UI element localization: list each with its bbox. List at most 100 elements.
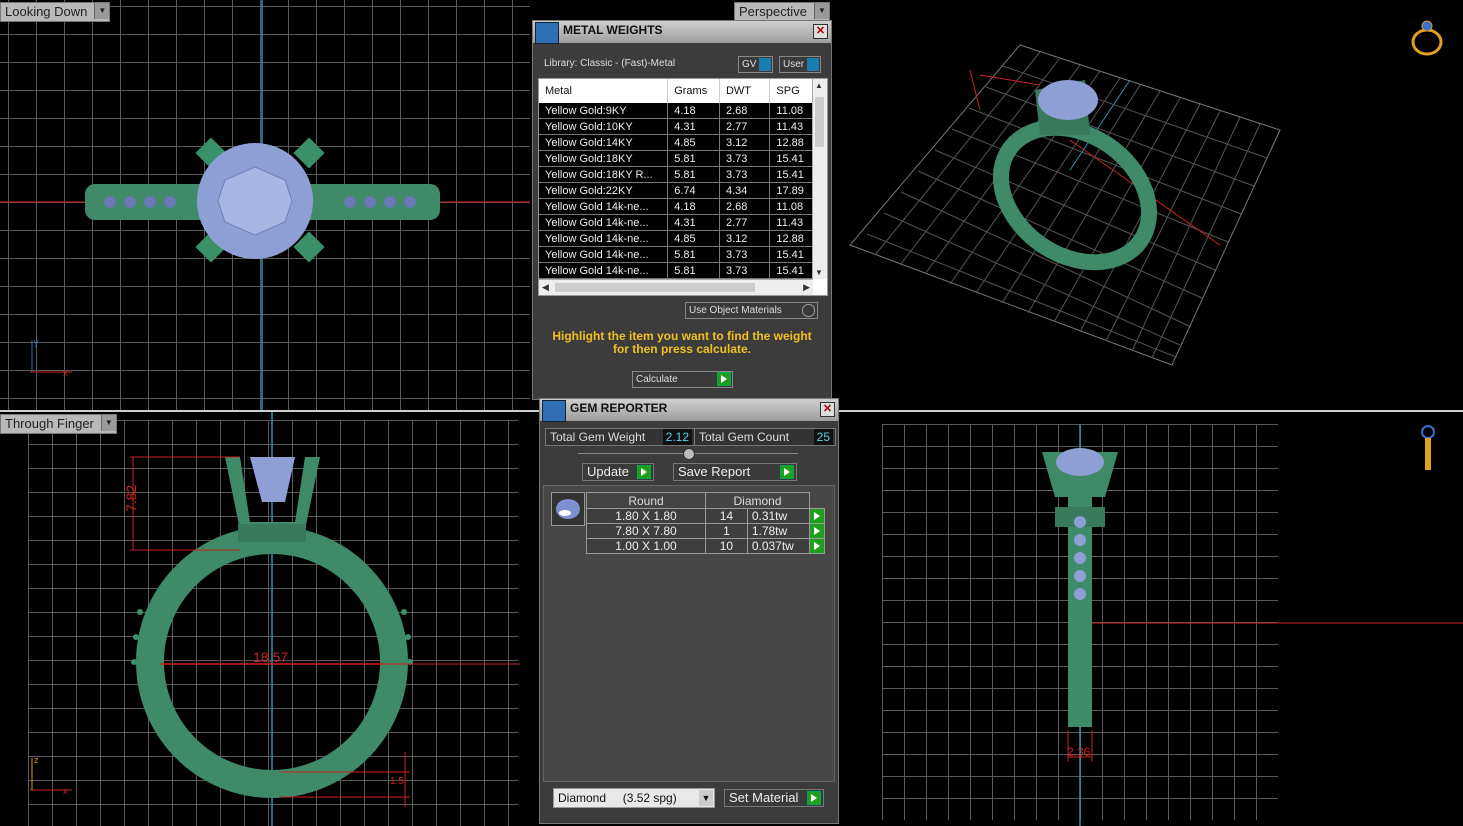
table-row[interactable]: Yellow Gold:22KY 6.74 4.34 17.89	[539, 182, 813, 199]
gem-cell: 1.80 X 1.80	[586, 508, 706, 524]
update-button[interactable]: Update	[582, 463, 654, 481]
gem-cell: 1.00 X 1.00	[586, 538, 706, 554]
gem-cell: 7.80 X 7.80	[586, 523, 706, 539]
chevron-down-icon[interactable]: ▼	[100, 415, 116, 431]
table-row[interactable]: Yellow Gold 14k-ne... 4.85 3.12 12.88	[539, 230, 813, 247]
save-report-button[interactable]: Save Report	[673, 463, 797, 481]
table-row[interactable]: Yellow Gold 14k-ne... 4.31 2.77 11.43	[539, 214, 813, 231]
toggle-switch-icon	[759, 58, 772, 71]
chevron-down-icon[interactable]: ▼	[813, 3, 829, 19]
use-object-materials-toggle[interactable]: Use Object Materials	[685, 302, 818, 319]
dimension-width-label: 2.36	[1067, 745, 1091, 759]
close-icon[interactable]: ✕	[820, 402, 835, 417]
scrollbar-thumb[interactable]	[555, 283, 755, 292]
table-row[interactable]: Yellow Gold 14k-ne... 5.81 3.73 15.41	[539, 262, 813, 279]
gv-toggle[interactable]: GV	[738, 56, 774, 73]
column-header[interactable]: Grams	[667, 79, 720, 103]
column-header[interactable]: DWT	[719, 79, 771, 103]
user-toggle[interactable]: User	[779, 56, 822, 73]
side-view-icon[interactable]	[1418, 424, 1438, 474]
material-select[interactable]: Diamond (3.52 spg) ▼	[553, 788, 715, 808]
radio-icon	[802, 304, 815, 317]
horizontal-scrollbar[interactable]: ◀ ▶	[539, 279, 813, 295]
close-icon[interactable]: ✕	[813, 24, 828, 39]
gem-reporter-titlebar[interactable]: GEM REPORTER ✕	[540, 399, 838, 422]
viewport-label-perspective[interactable]: Perspective ▼	[734, 2, 830, 22]
total-gem-weight-value: 2.12	[662, 429, 692, 445]
gem-row-action-button[interactable]	[809, 523, 825, 539]
column-header[interactable]: Metal	[539, 79, 669, 103]
gem-row-action-button[interactable]	[809, 538, 825, 554]
table-cell: 4.85	[667, 230, 720, 247]
gem-row[interactable]: 1.00 X 1.00 10 0.037tw	[586, 538, 825, 554]
table-cell: 3.12	[719, 230, 771, 247]
table-cell: 11.08	[769, 198, 813, 215]
table-cell: 4.18	[667, 103, 720, 119]
table-cell: 4.34	[719, 182, 771, 199]
gem-row-action-button[interactable]	[809, 508, 825, 524]
gem-row[interactable]: 7.80 X 7.80 1 1.78tw	[586, 523, 825, 539]
dimension-height-label: 7.82	[123, 485, 139, 512]
table-cell: 3.73	[719, 166, 771, 183]
table-row[interactable]: Yellow Gold:9KY 4.18 2.68 11.08	[539, 103, 813, 119]
table-row[interactable]: Yellow Gold:18KY 5.81 3.73 15.41	[539, 150, 813, 167]
toggle-switch-icon	[807, 58, 820, 71]
table-row[interactable]: Yellow Gold:18KY R... 5.81 3.73 15.41	[539, 166, 813, 183]
vertical-scrollbar[interactable]: ▲ ▼	[812, 79, 827, 279]
splitter-knob-icon[interactable]	[683, 448, 695, 460]
table-cell: Yellow Gold 14k-ne...	[539, 198, 669, 215]
viewport-perspective[interactable]	[830, 0, 1463, 410]
gem-table: Round Diamond 1.80 X 1.80 14 0.31tw 7.80 X 7…	[586, 492, 825, 554]
table-row[interactable]: Yellow Gold:10KY 4.31 2.77 11.43	[539, 118, 813, 135]
total-gem-count-value: 25	[813, 429, 833, 445]
table-cell: 2.68	[719, 198, 771, 215]
table-cell: 4.31	[667, 118, 720, 135]
gem-cell: 14	[705, 508, 748, 524]
gem-row[interactable]: 1.80 X 1.80 14 0.31tw	[586, 508, 825, 524]
gem-cell: 10	[705, 538, 748, 554]
table-cell: 12.88	[769, 134, 813, 151]
play-icon	[814, 527, 820, 535]
axis-y-label: y	[34, 337, 39, 347]
metal-weights-titlebar[interactable]: METAL WEIGHTS ✕	[533, 21, 831, 44]
column-header: Round	[586, 492, 706, 509]
table-row[interactable]: Yellow Gold 14k-ne... 5.81 3.73 15.41	[539, 246, 813, 263]
gem-reporter-logo-icon	[542, 400, 566, 422]
total-gem-count-field: Total Gem Count 25	[694, 428, 836, 446]
calculate-button[interactable]: Calculate	[632, 371, 733, 388]
total-gem-weight-field: Total Gem Weight 2.12	[545, 428, 695, 446]
play-icon	[717, 372, 731, 386]
gem-cell: 1.78tw	[746, 523, 811, 539]
table-row[interactable]: Yellow Gold 14k-ne... 4.18 2.68 11.08	[539, 198, 813, 215]
round-gem-icon[interactable]	[551, 492, 585, 526]
viewport-label-through-finger[interactable]: Through Finger ▼	[0, 414, 117, 434]
viewport-label-looking-down[interactable]: Looking Down ▼	[0, 2, 111, 22]
instruction-text: Highlight the item you want to find the …	[552, 329, 812, 356]
viewport-side[interactable]: 2.36	[840, 412, 1463, 826]
ring-view-icon[interactable]	[1410, 18, 1444, 58]
panel-title: GEM REPORTER	[570, 401, 668, 415]
play-icon	[814, 542, 820, 550]
side-view-ring-drawing: 2.36	[1042, 424, 1463, 826]
play-icon	[814, 512, 820, 520]
viewport-looking-down[interactable]: x y Looking Down ▼	[0, 0, 530, 410]
scroll-left-icon[interactable]: ◀	[542, 282, 549, 293]
table-row[interactable]: Yellow Gold:14KY 4.85 3.12 12.88	[539, 134, 813, 151]
column-header[interactable]: SPG	[769, 79, 813, 103]
scroll-down-icon[interactable]: ▼	[815, 268, 823, 277]
gem-cell: 0.037tw	[746, 538, 811, 554]
chevron-down-icon[interactable]: ▼	[94, 3, 110, 19]
scrollbar-thumb[interactable]	[815, 97, 824, 147]
play-icon	[807, 791, 821, 805]
set-material-button[interactable]: Set Material	[724, 789, 824, 807]
table-cell: 15.41	[769, 262, 813, 279]
viewport-through-finger[interactable]: 7.82 18.57 1.5 x z Through Finger ▼	[0, 412, 540, 826]
gem-list-area[interactable]: Round Diamond 1.80 X 1.80 14 0.31tw 7.80 X 7…	[543, 485, 835, 782]
gem-reporter-panel: GEM REPORTER ✕ Total Gem Weight 2.12 Tot…	[539, 398, 839, 824]
chevron-down-icon[interactable]: ▼	[699, 790, 713, 806]
scroll-right-icon[interactable]: ▶	[803, 282, 810, 293]
table-cell: Yellow Gold:18KY R...	[539, 166, 669, 183]
scroll-up-icon[interactable]: ▲	[815, 81, 823, 90]
metal-table-container[interactable]: Metal Grams DWT SPG Yellow Gold:9KY 4.18 2.68…	[538, 78, 828, 296]
metal-table: Metal Grams DWT SPG Yellow Gold:9KY 4.18 2.68…	[539, 79, 813, 279]
